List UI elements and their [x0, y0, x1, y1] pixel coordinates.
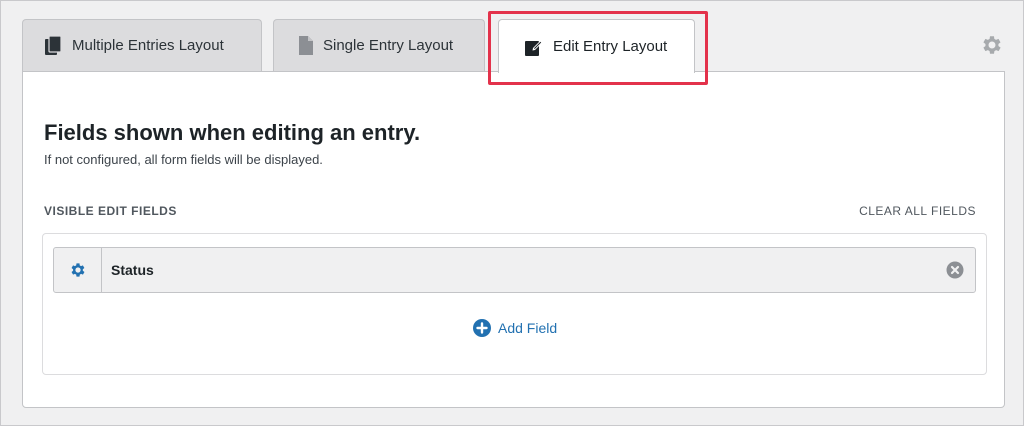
- page-description: If not configured, all form fields will …: [44, 152, 323, 167]
- fields-dropzone: Status Add Field: [42, 233, 987, 375]
- page-title: Fields shown when editing an entry.: [44, 120, 421, 145]
- edit-layout-frame: Multiple Entries Layout Single Entry Lay…: [0, 0, 1024, 426]
- field-label: Status: [111, 262, 154, 278]
- tab-single-entry-layout[interactable]: Single Entry Layout: [273, 19, 485, 71]
- tab-label: Multiple Entries Layout: [72, 37, 224, 54]
- multiple-entries-icon: [45, 36, 62, 55]
- visible-edit-fields-label: VISIBLE EDIT FIELDS: [44, 204, 177, 218]
- single-entry-document-icon: [299, 36, 313, 55]
- tab-multiple-entries-layout[interactable]: Multiple Entries Layout: [22, 19, 262, 71]
- add-field-button[interactable]: Add Field: [473, 319, 557, 337]
- edit-entry-icon: [525, 40, 543, 56]
- plus-circle-icon: [473, 319, 491, 337]
- field-settings-button[interactable]: [54, 248, 102, 292]
- remove-circle-icon[interactable]: [946, 261, 964, 279]
- tab-label: Single Entry Layout: [323, 37, 454, 54]
- tab-label: Edit Entry Layout: [553, 38, 668, 55]
- clear-all-fields-link[interactable]: CLEAR ALL FIELDS: [859, 204, 976, 218]
- gear-icon[interactable]: [980, 33, 1004, 57]
- add-field-label: Add Field: [498, 320, 558, 336]
- gear-icon: [71, 263, 84, 277]
- edit-entry-panel: Fields shown when editing an entry. If n…: [22, 71, 1005, 408]
- field-row-status[interactable]: Status: [53, 247, 976, 293]
- tab-edit-entry-layout[interactable]: Edit Entry Layout: [498, 19, 695, 73]
